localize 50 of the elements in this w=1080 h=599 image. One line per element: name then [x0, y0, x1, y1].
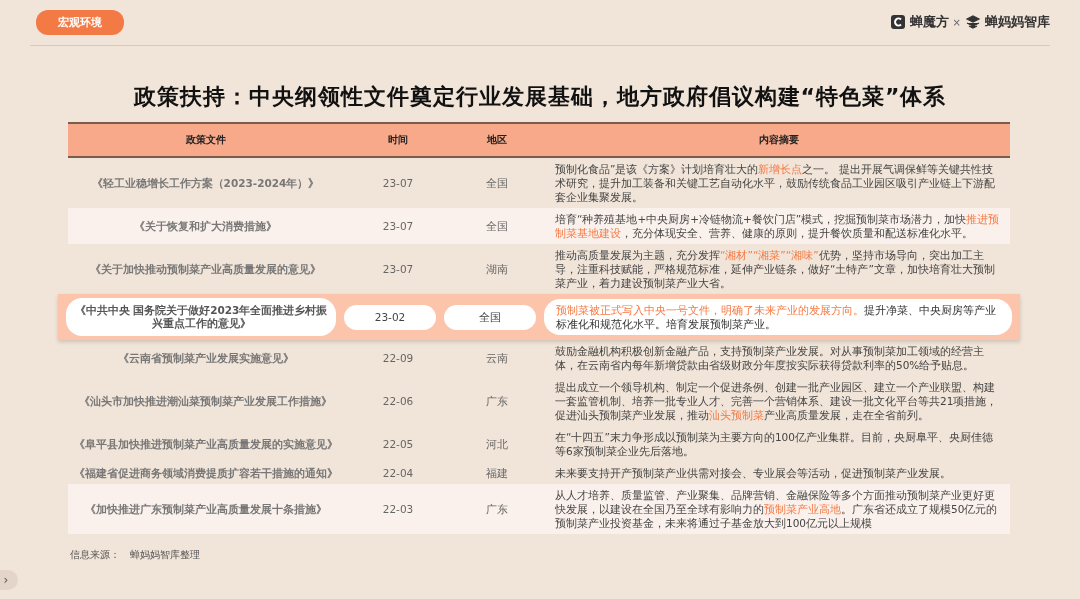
policy-cell-text: 《阜平县加快推进预制菜产业高质量发展的实施意见》	[72, 437, 339, 451]
policy-cell-text: 《汕头市加快推进潮汕菜预制菜产业发展工作措施》	[78, 394, 333, 408]
time-cell-text: 22-04	[381, 466, 415, 480]
summary-cell: 预制菜被正式写入中央一号文件，明确了未来产业的发展方向。提升净菜、中央厨房等产业标准化和规范化水平。培育发展预制菜产业。	[544, 299, 1012, 335]
brand-name: 蝉魔方	[909, 13, 949, 31]
region-cell-text: 河北	[485, 437, 509, 451]
section-tag: 宏观环境	[36, 9, 124, 35]
region-cell-text: 全国	[485, 219, 509, 233]
time-cell-text: 22-09	[381, 351, 415, 365]
expand-tab[interactable]: ›	[0, 570, 18, 590]
layers-logo-icon	[965, 14, 981, 30]
summary-cell-text: 提出成立一个领导机构、制定一个促进条例、创建一批产业园区、建立一个产业联盟、构建一套监管机制、培养一批专业人才、完善一个营销体系、建设一批文化平台等共21项措施，促进汕头预制菜产业发展，推动汕头预制菜产业高质量发展，走在全省前列。	[554, 380, 999, 422]
summary-cell-text: 未来要支持开产预制菜产业供需对接会、专业展会等活动，促进预制菜产业发展。	[554, 466, 952, 480]
column-header: 政策文件	[184, 133, 227, 147]
region-cell-text: 福建	[485, 466, 509, 480]
time-cell-text: 22-03	[381, 502, 415, 516]
summary-cell-text: 从人才培养、质量监管、产业聚集、品牌营销、金融保险等多个方面推动预制菜产业更好更快发展，以建设在全国乃至全球有影响力的预制菜产业高地。广东省还成立了规模50亿元的预制菜产业投资基金，未来将通过子基金放大到100亿元以上规模	[554, 488, 999, 530]
policy-cell-text: 《轻工业稳增长工作方案（2023-2024年）》	[90, 176, 321, 190]
column-header: 内容摘要	[757, 133, 800, 147]
region-cell-text: 全国	[485, 176, 509, 190]
time-cell-text: 22-06	[381, 394, 415, 408]
region-cell-text: 云南	[485, 351, 509, 365]
brand-name: 蝉妈妈智库	[985, 13, 1050, 31]
time-cell-text: 23-07	[381, 219, 415, 233]
source-text: 蝉妈妈智库整理	[130, 548, 200, 562]
time-cell-text: 23-07	[381, 262, 415, 276]
summary-cell-text: 培育“种养殖基地+中央厨房+冷链物流+餐饮门店”模式，挖掘预制菜市场潜力，加快推进预制菜基地建设，充分体现安全、营养、健康的原则，提升餐饮质量和配送标准化水平。	[554, 212, 1001, 240]
policy-cell-text: 《关于恢复和扩大消费措施》	[133, 219, 278, 233]
summary-cell-text: 推动高质量发展为主题，充分发挥“湘材”“湘菜”“湘味”优势，坚持市场导向，突出加工主导，注重科技赋能，严格规范标准，延伸产业链条，做好“土特产”文章，加快培育壮大预制菜产业，着力建设预制菜产业大省。	[554, 248, 996, 290]
policy-cell-text: 《云南省预制菜产业发展实施意见》	[116, 351, 295, 365]
region-cell: 全国	[444, 304, 536, 330]
policy-cell: 《中共中央 国务院关于做好2023年全面推进乡村振兴重点工作的意见》	[66, 298, 336, 336]
c-logo-icon	[889, 14, 906, 30]
column-header: 时间	[387, 133, 409, 147]
column-header: 地区	[486, 133, 508, 147]
time-cell-text: 22-05	[381, 437, 415, 451]
policy-cell-text: 《加快推进广东预制菜产业高质量发展十条措施》	[83, 502, 328, 516]
slide-title: 政策扶持：中央纲领性文件奠定行业发展基础，地方政府倡议构建“特色菜”体系	[132, 83, 948, 111]
source-label: 信息来源：	[70, 548, 120, 562]
region-cell-text: 广东	[485, 394, 509, 408]
time-cell-text: 23-07	[381, 176, 415, 190]
summary-cell-text: 预制化食品”是该《方案》计划培育壮大的新增长点之一。 提出开展气调保鲜等关键共性技术研究，提升加工装备和关键工艺自动化水平，鼓励传统食品工业园区吸引产业链上下游配套企业集聚发展。	[554, 162, 996, 204]
times-sign: ×	[952, 16, 961, 28]
time-cell: 23-02	[344, 304, 436, 330]
summary-cell-text: 鼓励金融机构积极创新金融产品，支持预制菜产业发展。对从事预制菜加工领域的经营主体，在云南省内每年新增贷款由省级财政分年度按实际获得贷款利率的50%给予贴息。	[554, 344, 985, 372]
summary-cell-text: 在“十四五”末力争形成以预制菜为主要方向的100亿产业集群。目前，央厨阜平、央厨佳德等6家预制菜企业先后落地。	[554, 430, 994, 458]
region-cell-text: 广东	[485, 502, 509, 516]
policy-cell-text: 《福建省促进商务领域消费提质扩容若干措施的通知》	[72, 466, 339, 480]
policy-cell-text: 《关于加快推动预制菜产业高质量发展的意见》	[89, 262, 322, 276]
region-cell-text: 湖南	[485, 262, 509, 276]
